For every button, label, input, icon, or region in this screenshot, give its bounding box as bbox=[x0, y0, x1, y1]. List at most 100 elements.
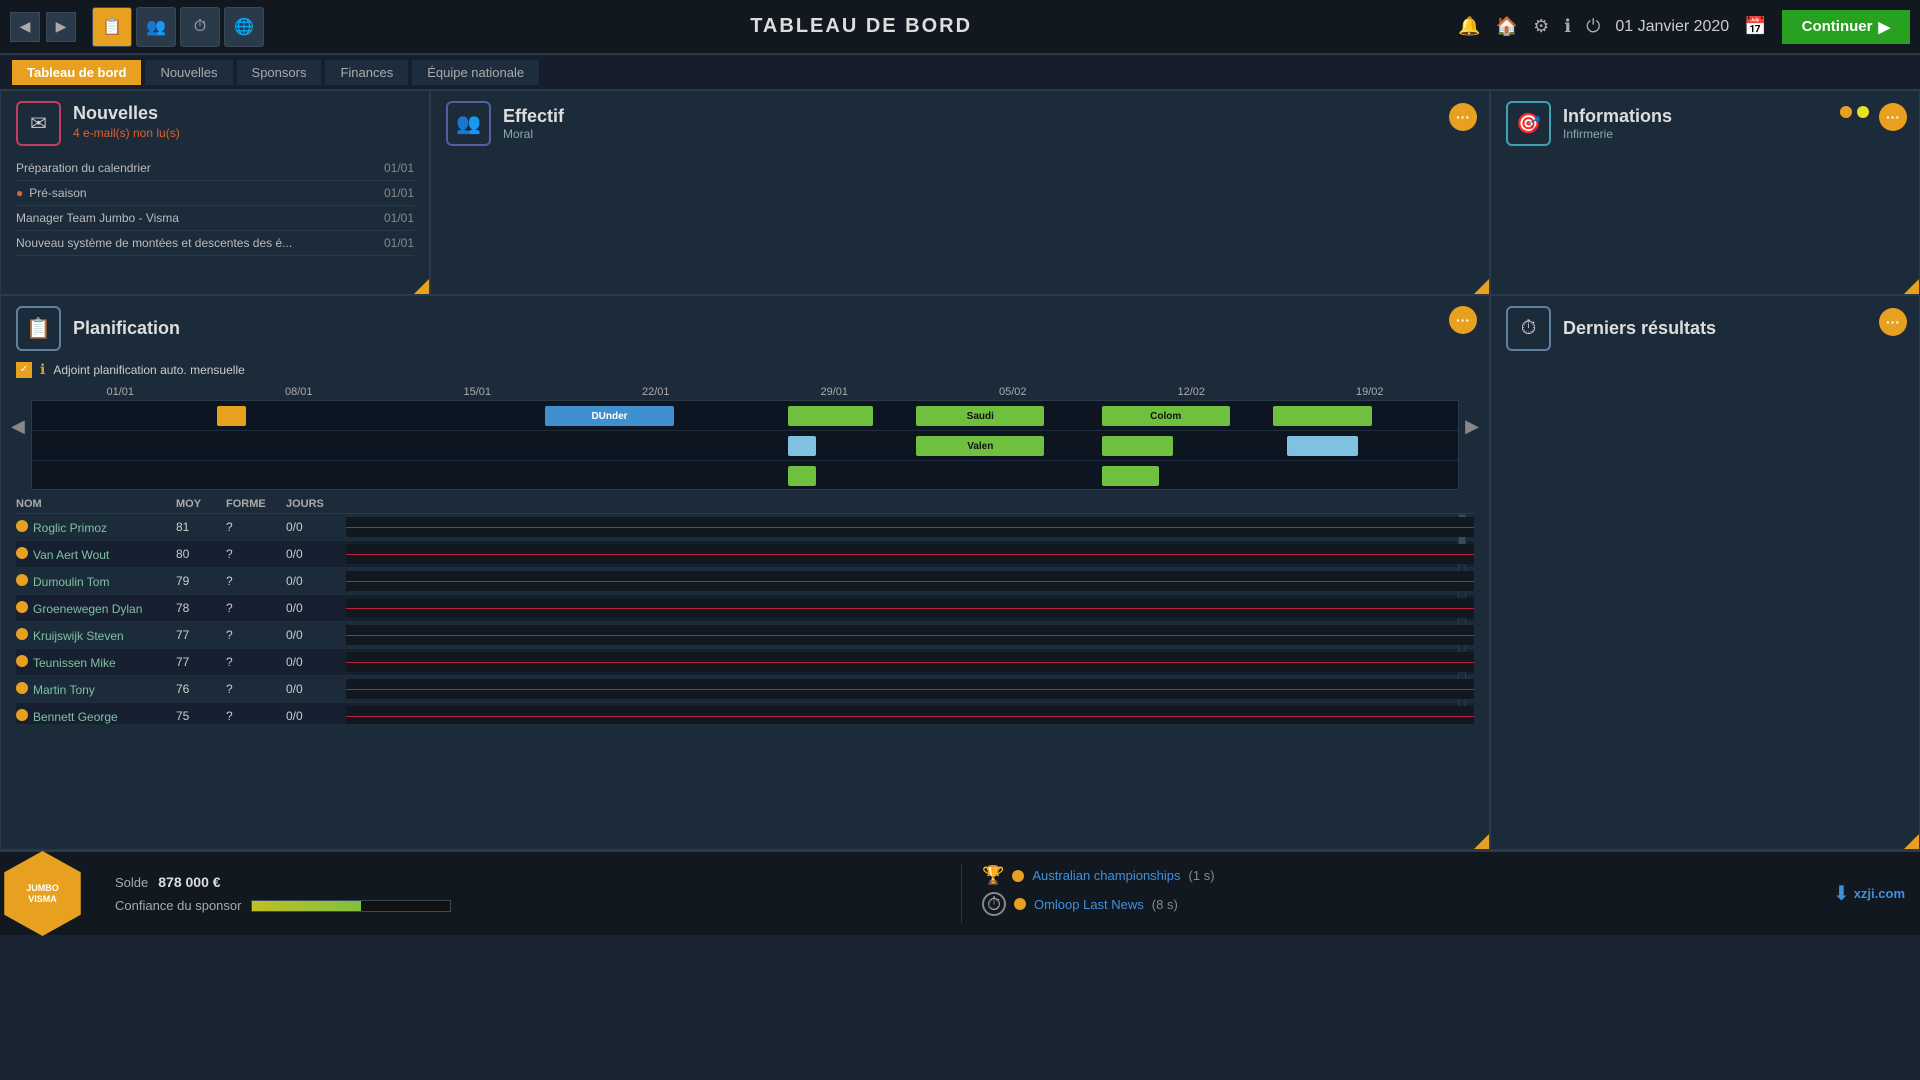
resultats-more-button[interactable]: ··· bbox=[1879, 308, 1907, 336]
info-icon[interactable]: ℹ bbox=[1564, 16, 1571, 37]
adjoint-label: Adjoint planification auto. mensuelle bbox=[53, 363, 244, 377]
gear-icon[interactable]: ⚙ bbox=[1533, 16, 1549, 37]
rider-name[interactable]: Teunissen Mike bbox=[33, 656, 116, 670]
rider-name[interactable]: Bennett George bbox=[33, 710, 118, 724]
tab-finances[interactable]: Finances bbox=[325, 60, 408, 85]
info-dots bbox=[1840, 106, 1869, 118]
top-bar-left: ◀ ▶ 📋 👥 ⏱ 🌐 bbox=[10, 7, 264, 47]
rider-name[interactable]: Kruijswijk Steven bbox=[33, 629, 124, 643]
informations-more-button[interactable]: ··· bbox=[1879, 103, 1907, 131]
rider-jours: 0/0 bbox=[286, 547, 346, 561]
news-item[interactable]: Nouveau système de montées et descentes … bbox=[16, 231, 414, 256]
rider-row[interactable]: Roglic Primoz 81 ? 0/0 bbox=[16, 514, 1474, 541]
informations-panel: 🎯 Informations Infirmerie ··· bbox=[1490, 90, 1920, 295]
race-block-valen: Valen bbox=[916, 436, 1044, 456]
informations-icon: 🎯 bbox=[1506, 101, 1551, 146]
rider-jours: 0/0 bbox=[286, 520, 346, 534]
rider-forme: ? bbox=[226, 682, 286, 696]
rider-name[interactable]: Dumoulin Tom bbox=[33, 575, 109, 589]
news-link-2[interactable]: Omloop Last News bbox=[1034, 897, 1144, 912]
rider-row[interactable]: Van Aert Wout 80 ? 0/0 bbox=[16, 541, 1474, 568]
resultats-title: Derniers résultats bbox=[1563, 318, 1716, 339]
bell-icon[interactable]: 🔔 bbox=[1458, 16, 1480, 37]
nav-next-button[interactable]: ▶ bbox=[46, 12, 76, 42]
race-block-orange bbox=[217, 406, 246, 426]
top-bar: ◀ ▶ 📋 👥 ⏱ 🌐 TABLEAU DE BORD 🔔 🏠 ⚙ ℹ ⏻ 01… bbox=[0, 0, 1920, 55]
race-block-dunder: DUnder bbox=[545, 406, 673, 426]
sponsor-label: Confiance du sponsor bbox=[115, 898, 241, 913]
current-date: 01 Janvier 2020 bbox=[1615, 18, 1729, 36]
home-icon[interactable]: 🏠 bbox=[1496, 16, 1518, 37]
adjoint-info-icon: ℹ bbox=[40, 361, 45, 378]
page-title: TABLEAU DE BORD bbox=[750, 15, 972, 38]
news-item-2: ⏱ Omloop Last News (8 s) bbox=[982, 892, 1798, 916]
calendar-prev-button[interactable]: ◀ bbox=[11, 416, 25, 437]
rider-row[interactable]: Dumoulin Tom 79 ? 0/0 bbox=[16, 568, 1474, 595]
news-item[interactable]: ●Pré-saison 01/01 bbox=[16, 181, 414, 206]
tab-icon-riders[interactable]: 👥 bbox=[136, 7, 176, 47]
status-dot-orange bbox=[1840, 106, 1852, 118]
rider-row[interactable]: Kruijswijk Steven 77 ? 0/0 bbox=[16, 622, 1474, 649]
email-count: 4 e-mail(s) non lu(s) bbox=[73, 126, 180, 140]
news-list: Préparation du calendrier 01/01 ●Pré-sai… bbox=[1, 156, 429, 256]
news-item[interactable]: Préparation du calendrier 01/01 bbox=[16, 156, 414, 181]
rider-moy: 81 bbox=[176, 520, 226, 534]
calendar-next-button[interactable]: ▶ bbox=[1465, 416, 1479, 437]
rider-row[interactable]: Bennett George 75 ? 0/0 bbox=[16, 703, 1474, 724]
rider-name[interactable]: Roglic Primoz bbox=[33, 521, 107, 535]
cal-date: 01/01 bbox=[31, 386, 210, 398]
rider-forme: ? bbox=[226, 655, 286, 669]
tab-icon-dashboard[interactable]: 📋 bbox=[92, 7, 132, 47]
rider-moy: 80 bbox=[176, 547, 226, 561]
tab-icon-globe[interactable]: 🌐 bbox=[224, 7, 264, 47]
news-link-1[interactable]: Australian championships bbox=[1032, 868, 1180, 883]
rider-name[interactable]: Martin Tony bbox=[33, 683, 95, 697]
tab-tableau-de-bord[interactable]: Tableau de bord bbox=[12, 60, 141, 85]
race-block-green4 bbox=[788, 466, 817, 486]
tab-sponsors[interactable]: Sponsors bbox=[237, 60, 322, 85]
adjoint-checkbox[interactable]: ✓ bbox=[16, 362, 32, 378]
planification-more-button[interactable]: ··· bbox=[1449, 306, 1477, 334]
news-date: 01/01 bbox=[384, 211, 414, 225]
cal-date: 22/01 bbox=[567, 386, 746, 398]
rider-jours: 0/0 bbox=[286, 709, 346, 723]
race-block-lightblue1 bbox=[788, 436, 817, 456]
rider-name[interactable]: Groenewegen Dylan bbox=[33, 602, 142, 616]
rider-row[interactable]: Martin Tony 76 ? 0/0 bbox=[16, 676, 1474, 703]
rider-section: NOM MOY FORME JOURS Roglic Primoz 81 ? 0… bbox=[16, 495, 1474, 724]
calendar-icon[interactable]: 📅 bbox=[1744, 16, 1766, 37]
race-block-green1 bbox=[788, 406, 874, 426]
tab-nouvelles[interactable]: Nouvelles bbox=[145, 60, 232, 85]
power-icon[interactable]: ⏻ bbox=[1586, 16, 1600, 37]
rider-forme: ? bbox=[226, 574, 286, 588]
bottom-news: 🏆 Australian championships (1 s) ⏱ Omloo… bbox=[962, 855, 1818, 932]
continue-label: Continuer bbox=[1802, 18, 1873, 35]
tab-icon-timer[interactable]: ⏱ bbox=[180, 7, 220, 47]
news-time-1: (1 s) bbox=[1189, 868, 1215, 883]
news-item[interactable]: Manager Team Jumbo - Visma 01/01 bbox=[16, 206, 414, 231]
watermark-text: xzji.com bbox=[1854, 886, 1905, 901]
tab-equipe-nationale[interactable]: Équipe nationale bbox=[412, 60, 539, 85]
rider-moy: 78 bbox=[176, 601, 226, 615]
cal-date: 15/01 bbox=[388, 386, 567, 398]
top-bar-right: 🔔 🏠 ⚙ ℹ ⏻ 01 Janvier 2020 📅 Continuer ▶ bbox=[1458, 10, 1910, 44]
planification-icon: 📋 bbox=[16, 306, 61, 351]
effectif-icon: 👥 bbox=[446, 101, 491, 146]
continue-button[interactable]: Continuer ▶ bbox=[1782, 10, 1910, 44]
nav-prev-button[interactable]: ◀ bbox=[10, 12, 40, 42]
rider-name[interactable]: Van Aert Wout bbox=[33, 548, 109, 562]
rider-row[interactable]: Teunissen Mike 77 ? 0/0 bbox=[16, 649, 1474, 676]
rider-jours: 0/0 bbox=[286, 682, 346, 696]
rider-moy: 77 bbox=[176, 655, 226, 669]
nouvelles-panel: ✉ Nouvelles 4 e-mail(s) non lu(s) Prépar… bbox=[0, 90, 430, 295]
col-nom: NOM bbox=[16, 498, 176, 510]
cal-date: 05/02 bbox=[924, 386, 1103, 398]
rider-moy: 75 bbox=[176, 709, 226, 723]
rider-row[interactable]: Groenewegen Dylan 78 ? 0/0 bbox=[16, 595, 1474, 622]
rider-list: Roglic Primoz 81 ? 0/0 Van Aert Wout 80 … bbox=[16, 514, 1474, 724]
race-block-saudi: Saudi bbox=[916, 406, 1044, 426]
effectif-more-button[interactable]: ··· bbox=[1449, 103, 1477, 131]
rider-jours: 0/0 bbox=[286, 628, 346, 642]
team-logo: JUMBOVISMA bbox=[0, 851, 85, 936]
sponsor-bar bbox=[251, 900, 451, 912]
